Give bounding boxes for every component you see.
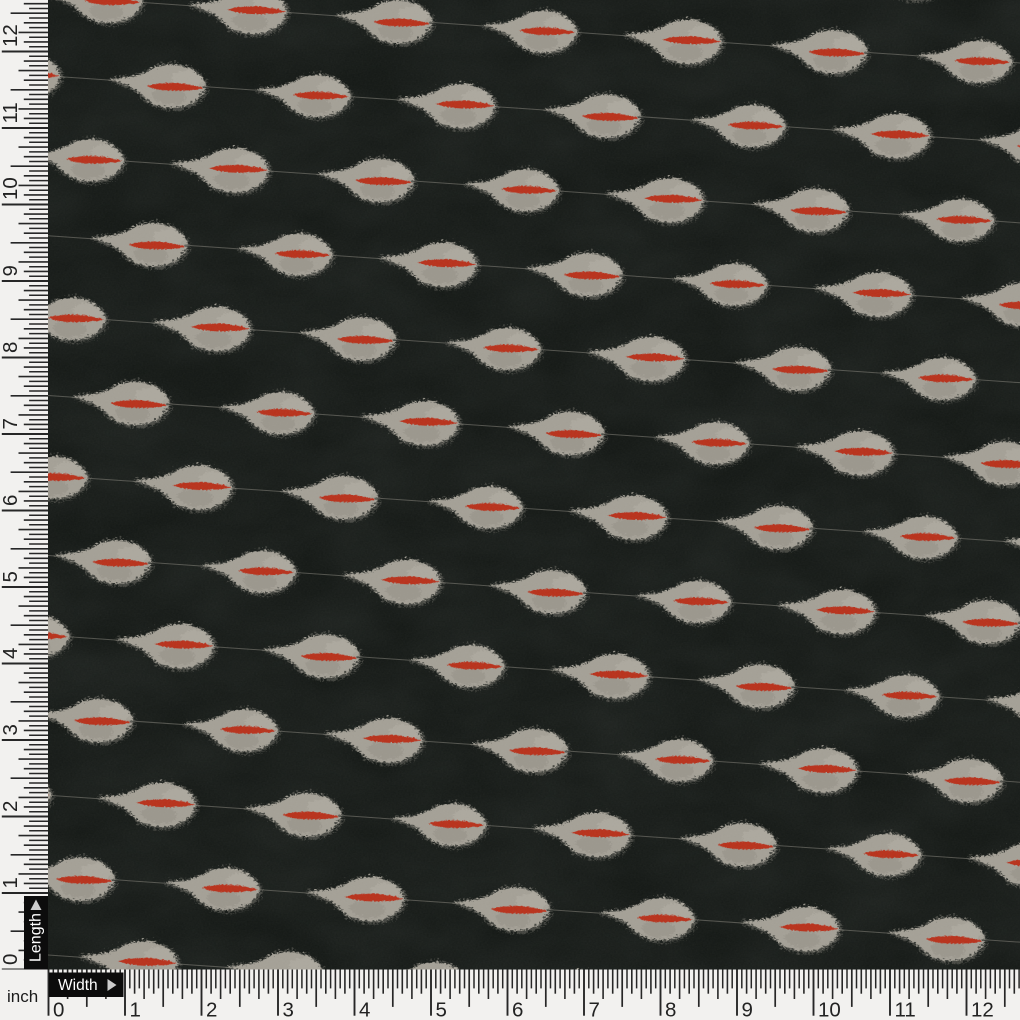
svg-text:5: 5 — [436, 999, 447, 1020]
svg-text:5: 5 — [0, 571, 22, 582]
svg-text:8: 8 — [0, 342, 22, 353]
svg-text:6: 6 — [0, 495, 22, 506]
svg-text:2: 2 — [206, 999, 217, 1020]
svg-text:3: 3 — [283, 999, 294, 1020]
svg-text:4: 4 — [0, 648, 22, 659]
svg-text:8: 8 — [665, 999, 676, 1020]
svg-text:11: 11 — [0, 102, 22, 123]
svg-text:12: 12 — [971, 999, 994, 1020]
svg-text:1: 1 — [0, 877, 22, 888]
svg-text:2: 2 — [0, 801, 22, 812]
svg-text:7: 7 — [589, 999, 600, 1020]
svg-text:6: 6 — [512, 999, 523, 1020]
svg-text:1: 1 — [130, 999, 141, 1020]
svg-text:12: 12 — [0, 24, 22, 47]
svg-text:3: 3 — [0, 724, 22, 735]
svg-text:Length: Length — [27, 913, 44, 962]
svg-text:7: 7 — [0, 418, 22, 429]
svg-text:10: 10 — [818, 999, 841, 1020]
svg-text:11: 11 — [895, 999, 916, 1020]
svg-text:9: 9 — [0, 265, 22, 276]
svg-text:4: 4 — [359, 999, 370, 1020]
svg-text:0: 0 — [0, 954, 22, 965]
svg-text:10: 10 — [0, 177, 22, 200]
svg-text:Width: Width — [58, 977, 98, 994]
svg-text:inch: inch — [7, 987, 38, 1006]
svg-text:9: 9 — [742, 999, 753, 1020]
svg-text:0: 0 — [53, 999, 64, 1020]
